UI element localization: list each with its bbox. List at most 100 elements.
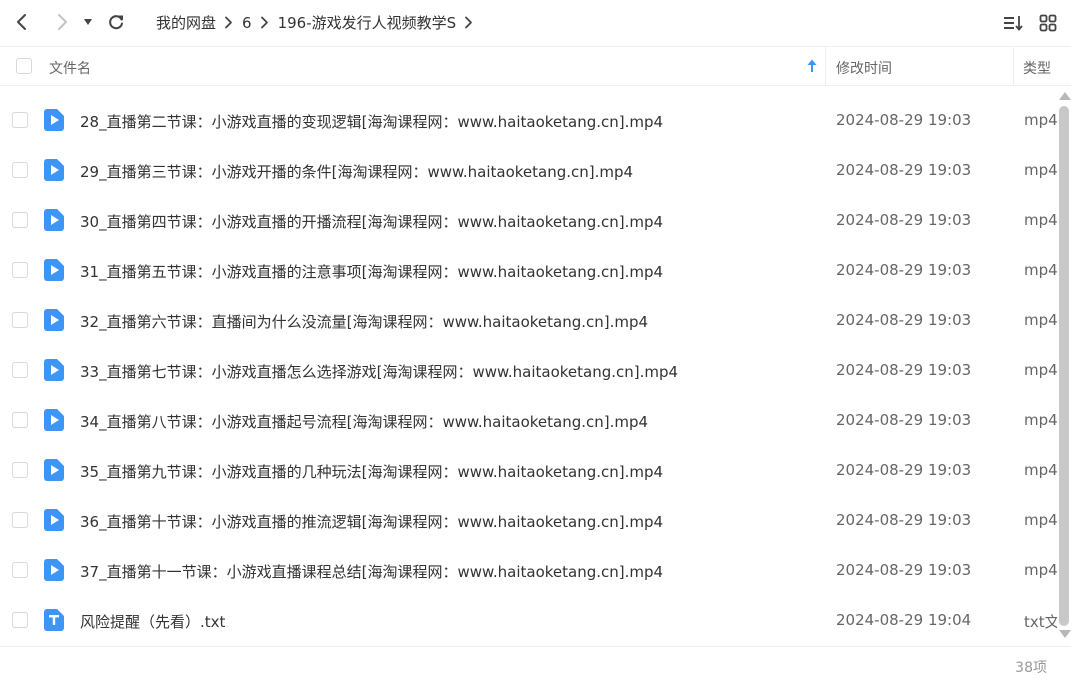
chevron-left-icon [17,14,26,30]
chevron-right-icon [58,14,67,30]
file-modified-time: 2024-08-29 19:03 [836,411,972,429]
grid-view-button[interactable] [1037,12,1059,34]
file-modified-time: 2024-08-29 19:03 [836,511,972,529]
file-row[interactable]: 34_直播第八节课：小游戏直播起号流程[海淘课程网：www.haitaoketa… [0,395,1057,445]
video-file-icon [44,209,64,231]
chevron-right-icon [260,16,269,29]
row-checkbox[interactable] [12,312,28,328]
file-modified-time: 2024-08-29 19:04 [836,611,972,629]
file-type: mp4 [1024,361,1057,379]
file-name[interactable]: 风险提醒（先看）.txt [80,611,225,632]
video-file-icon [44,109,64,131]
breadcrumb-item-current[interactable]: 196-游戏发行人视频教学S [278,12,457,33]
status-bar: 38项 [0,646,1071,679]
row-checkbox[interactable] [12,212,28,228]
breadcrumb: 我的网盘 6 196-游戏发行人视频教学S [156,12,482,33]
file-list: 28_直播第二节课：小游戏直播的变现逻辑[海淘课程网：www.haitaoket… [0,95,1057,645]
file-type: mp4 [1024,111,1057,129]
file-type: txt文 [1024,613,1057,631]
forward-button[interactable] [49,9,75,35]
back-button[interactable] [9,9,35,35]
video-file-icon [44,459,64,481]
file-name[interactable]: 28_直播第二节课：小游戏直播的变现逻辑[海淘课程网：www.haitaoket… [80,111,663,132]
video-file-icon [44,159,64,181]
chevron-right-icon [224,16,233,29]
scroll-down-arrow-icon[interactable] [1059,630,1071,638]
history-dropdown-button[interactable] [77,9,99,35]
file-modified-time: 2024-08-29 19:03 [836,311,972,329]
file-row[interactable]: 风险提醒（先看）.txt 2024-08-29 19:04 txt文 [0,595,1057,645]
video-file-icon [44,409,64,431]
column-header-name[interactable]: 文件名 [49,58,91,78]
file-name[interactable]: 30_直播第四节课：小游戏直播的开播流程[海淘课程网：www.haitaoket… [80,211,663,232]
row-checkbox[interactable] [12,512,28,528]
video-file-icon [44,259,64,281]
file-row[interactable]: 30_直播第四节课：小游戏直播的开播流程[海淘课程网：www.haitaoket… [0,195,1057,245]
refresh-icon [109,15,123,30]
chevron-right-icon [464,16,473,29]
row-checkbox[interactable] [12,112,28,128]
file-row[interactable]: 31_直播第五节课：小游戏直播的注意事项[海淘课程网：www.haitaoket… [0,245,1057,295]
scroll-up-arrow-icon[interactable] [1059,92,1071,100]
file-name[interactable]: 34_直播第八节课：小游戏直播起号流程[海淘课程网：www.haitaoketa… [80,411,648,432]
refresh-button[interactable] [103,9,129,35]
file-type: mp4 [1024,311,1057,329]
file-name[interactable]: 32_直播第六节课：直播间为什么没流量[海淘课程网：www.haitaoketa… [80,311,648,332]
breadcrumb-item[interactable]: 我的网盘 [156,12,216,33]
sort-list-icon [1004,16,1023,31]
file-type: mp4 [1024,561,1057,579]
file-name[interactable]: 29_直播第三节课：小游戏开播的条件[海淘课程网：www.haitaoketan… [80,161,633,182]
row-checkbox[interactable] [12,562,28,578]
file-row[interactable]: 33_直播第七节课：小游戏直播怎么选择游戏[海淘课程网：www.haitaoke… [0,345,1057,395]
top-toolbar: 我的网盘 6 196-游戏发行人视频教学S [0,0,1071,46]
file-modified-time: 2024-08-29 19:03 [836,161,972,179]
video-file-icon [44,559,64,581]
column-divider[interactable] [825,47,826,86]
text-file-icon [44,609,64,631]
file-type: mp4 [1024,211,1057,229]
file-modified-time: 2024-08-29 19:03 [836,561,972,579]
file-row[interactable]: 28_直播第二节课：小游戏直播的变现逻辑[海淘课程网：www.haitaoket… [0,95,1057,145]
row-checkbox[interactable] [12,162,28,178]
file-modified-time: 2024-08-29 19:03 [836,111,972,129]
file-type: mp4 [1024,511,1057,529]
file-type: mp4 [1024,161,1057,179]
video-file-icon [44,309,64,331]
file-row[interactable]: 36_直播第十节课：小游戏直播的推流逻辑[海淘课程网：www.haitaoket… [0,495,1057,545]
video-file-icon [44,509,64,531]
caret-down-icon [84,19,92,25]
grid-view-icon [1039,14,1057,32]
row-checkbox[interactable] [12,612,28,628]
breadcrumb-item[interactable]: 6 [242,14,252,32]
file-modified-time: 2024-08-29 19:03 [836,361,972,379]
file-modified-time: 2024-08-29 19:03 [836,261,972,279]
column-divider[interactable] [1013,47,1014,86]
item-count: 38项 [1015,660,1047,676]
sort-ascending-icon[interactable] [806,58,818,74]
scrollbar-thumb[interactable] [1059,106,1069,626]
file-name[interactable]: 35_直播第九节课：小游戏直播的几种玩法[海淘课程网：www.haitaoket… [80,461,663,482]
row-checkbox[interactable] [12,362,28,378]
row-checkbox[interactable] [12,412,28,428]
column-header-type[interactable]: 类型 [1023,58,1051,78]
file-modified-time: 2024-08-29 19:03 [836,461,972,479]
file-type: mp4 [1024,261,1057,279]
column-header-modified-time[interactable]: 修改时间 [836,58,892,78]
file-name[interactable]: 31_直播第五节课：小游戏直播的注意事项[海淘课程网：www.haitaoket… [80,261,663,282]
file-row[interactable]: 32_直播第六节课：直播间为什么没流量[海淘课程网：www.haitaoketa… [0,295,1057,345]
file-row[interactable]: 35_直播第九节课：小游戏直播的几种玩法[海淘课程网：www.haitaoket… [0,445,1057,495]
row-checkbox[interactable] [12,462,28,478]
vertical-scrollbar[interactable] [1057,86,1071,646]
file-name[interactable]: 36_直播第十节课：小游戏直播的推流逻辑[海淘课程网：www.haitaoket… [80,511,663,532]
file-row[interactable]: 37_直播第十一节课：小游戏直播课程总结[海淘课程网：www.haitaoket… [0,545,1057,595]
file-name[interactable]: 33_直播第七节课：小游戏直播怎么选择游戏[海淘课程网：www.haitaoke… [80,361,678,382]
file-type: mp4 [1024,411,1057,429]
column-header: 文件名 修改时间 类型 [0,46,1071,86]
select-all-checkbox[interactable] [16,58,32,74]
file-type: mp4 [1024,461,1057,479]
sort-order-button[interactable] [1002,12,1024,34]
row-checkbox[interactable] [12,262,28,278]
file-name[interactable]: 37_直播第十一节课：小游戏直播课程总结[海淘课程网：www.haitaoket… [80,561,663,582]
file-modified-time: 2024-08-29 19:03 [836,211,972,229]
file-row[interactable]: 29_直播第三节课：小游戏开播的条件[海淘课程网：www.haitaoketan… [0,145,1057,195]
